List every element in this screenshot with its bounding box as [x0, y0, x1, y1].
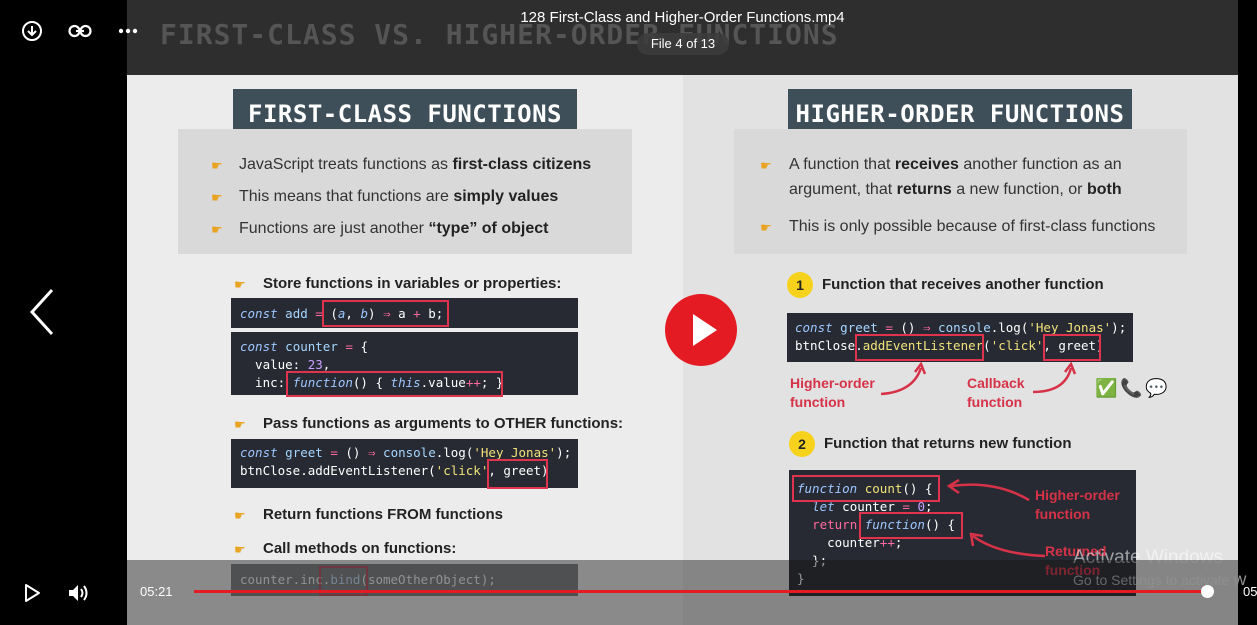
- label-higher-order-2: Higher-order function: [1035, 487, 1120, 522]
- chat-icon: 💬: [1145, 378, 1168, 398]
- previous-file-button[interactable]: [26, 286, 58, 338]
- pointing-hand-icon: ☛: [234, 542, 246, 557]
- step-number-2: 2: [789, 431, 815, 457]
- highlight-box: [286, 371, 503, 397]
- bullet-higher-order-1a: A function that receives another functio…: [789, 156, 1122, 173]
- bullet-first-class-1: JavaScript treats functions as first-cla…: [239, 156, 592, 173]
- chevron-left-icon: [29, 288, 54, 336]
- phone-icon: 📞: [1120, 378, 1143, 398]
- play-icon: [693, 314, 717, 346]
- highlight-box: [322, 300, 449, 327]
- progress-bar[interactable]: [194, 585, 1214, 598]
- highlight-box: [859, 512, 963, 539]
- file-counter: File 4 of 13: [637, 33, 729, 55]
- label-higher-order-1: Higher-order function: [790, 375, 875, 410]
- more-icon: [118, 28, 138, 34]
- highlight-box: [1043, 334, 1101, 361]
- pointing-hand-icon: ☛: [234, 277, 246, 292]
- subheading-call: Call methods on functions:: [263, 540, 457, 557]
- highlight-box: [792, 475, 940, 502]
- progress-fill: [194, 590, 1207, 593]
- step-1-label: Function that receives another function: [822, 276, 1104, 293]
- pointing-hand-icon: ☛: [234, 417, 246, 432]
- label-callback: Callback function: [967, 375, 1025, 410]
- arrow-icon: [969, 532, 1046, 558]
- pointing-hand-icon: ☛: [760, 220, 772, 235]
- check-icon: ✅: [1095, 378, 1118, 398]
- duration-time: 05: [1243, 584, 1257, 599]
- bullet-first-class-3: Functions are just another “type” of obj…: [239, 220, 549, 237]
- arrow-icon: [1032, 362, 1077, 394]
- highlight-box: [487, 459, 548, 489]
- top-bar: 128 First-Class and Higher-Order Functio…: [0, 0, 1257, 62]
- pointing-hand-icon: ☛: [211, 190, 223, 205]
- playback-controls: 05:21 05: [0, 560, 1257, 625]
- current-time: 05:21: [140, 584, 173, 599]
- volume-button[interactable]: [67, 582, 91, 604]
- volume-icon: [69, 585, 88, 601]
- play-icon: [25, 584, 40, 602]
- subheading-pass: Pass functions as arguments to OTHER fun…: [263, 415, 624, 432]
- step-number-1: 1: [787, 272, 813, 298]
- pointing-hand-icon: ☛: [211, 158, 223, 173]
- play-overlay-button[interactable]: [665, 294, 737, 366]
- pointing-hand-icon: ☛: [760, 158, 772, 173]
- progress-scrubber[interactable]: [1200, 585, 1214, 598]
- bullet-higher-order-1b: argument, that returns a new function, o…: [789, 181, 1122, 198]
- arrow-icon: [946, 478, 1030, 502]
- bullet-first-class-2: This means that functions are simply val…: [239, 188, 559, 205]
- subheading-return: Return functions FROM functions: [263, 506, 503, 523]
- bullet-higher-order-2: This is only possible because of first-c…: [789, 218, 1156, 235]
- play-button[interactable]: [21, 582, 43, 604]
- subheading-store: Store functions in variables or properti…: [263, 275, 562, 292]
- arrow-icon: [880, 362, 927, 396]
- step-2-label: Function that returns new function: [824, 435, 1072, 452]
- media-viewer: FIRST-CLASS VS. HIGHER-ORDER FUNCTIONS F…: [0, 0, 1257, 625]
- file-title: 128 First-Class and Higher-Order Functio…: [520, 9, 845, 26]
- pointing-hand-icon: ☛: [211, 222, 223, 237]
- pointing-hand-icon: ☛: [234, 508, 246, 523]
- highlight-box: [855, 334, 984, 361]
